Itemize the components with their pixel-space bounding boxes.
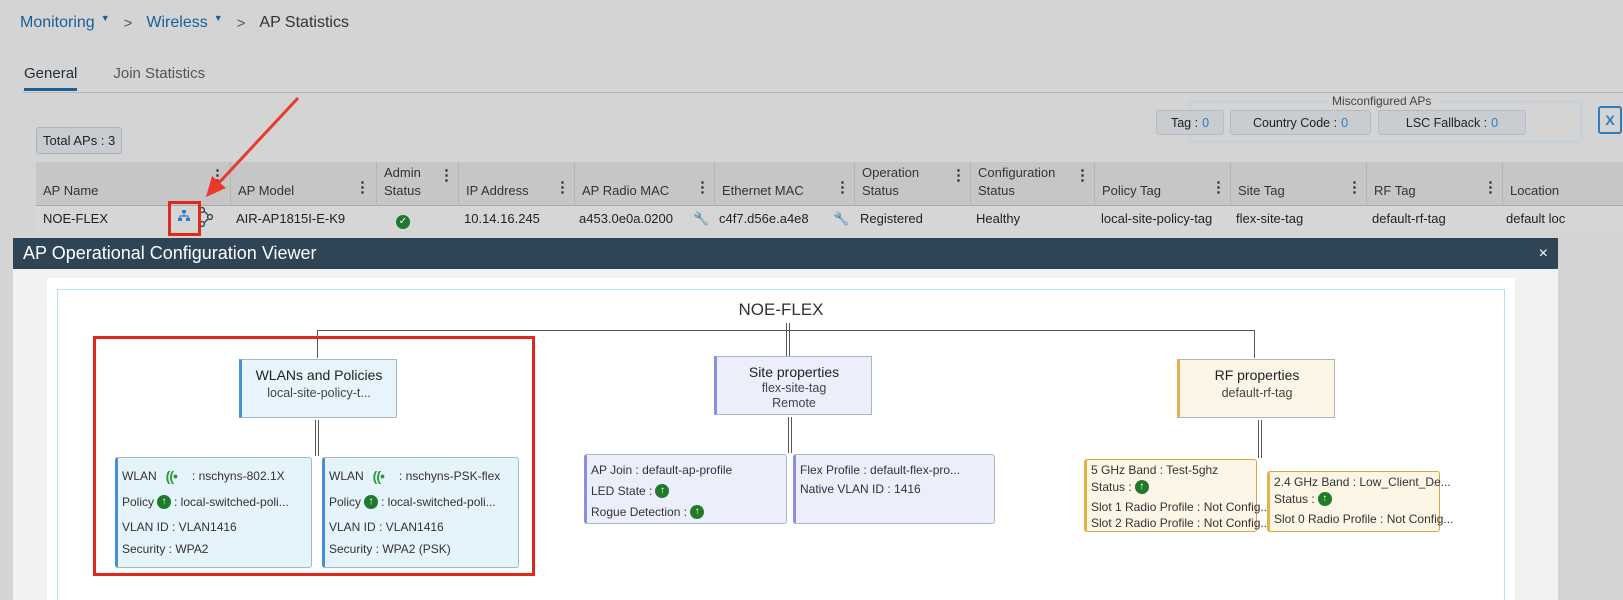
col-radio-mac[interactable]: AP Radio MAC ⋮ bbox=[574, 162, 714, 206]
col-location-label: Location bbox=[1510, 183, 1560, 198]
band-status-label: Status : bbox=[1274, 492, 1315, 506]
slot0-radio-profile: Slot 0 Radio Profile : Not Config... bbox=[1274, 512, 1454, 526]
band-5ghz: 5 GHz Band : Test-5ghz bbox=[1091, 463, 1219, 477]
col-rf-tag[interactable]: RF Tag ⋮ bbox=[1366, 162, 1502, 206]
cell-radio-mac[interactable]: a453.0e0a.0200 bbox=[579, 211, 673, 226]
misconfigured-country-value: 0 bbox=[1341, 115, 1349, 130]
cell-location: default loc bbox=[1506, 211, 1566, 226]
cell-policy-tag: local-site-policy-tag bbox=[1101, 211, 1213, 226]
flex-profile: Flex Profile : default-flex-pro... bbox=[800, 463, 961, 477]
cell-operation-status: Registered bbox=[860, 211, 923, 226]
tree-connector bbox=[788, 417, 789, 453]
tree-connector bbox=[791, 417, 792, 453]
cell-configuration-status: Healthy bbox=[976, 211, 1021, 226]
tree-connector bbox=[1258, 420, 1259, 458]
band-status-label: Status : bbox=[1091, 480, 1132, 494]
excel-export-icon[interactable]: X bbox=[1598, 106, 1622, 134]
col-ip-address[interactable]: IP Address ⋮ bbox=[458, 162, 574, 206]
annotation-arrow bbox=[206, 96, 300, 197]
col-configuration-status[interactable]: Configuration Status ⋮ bbox=[970, 162, 1094, 206]
column-menu-icon[interactable]: ⋮ bbox=[439, 166, 454, 184]
site-properties-node[interactable]: Site properties flex-site-tag Remote bbox=[714, 356, 872, 415]
rf-properties-subtitle: default-rf-tag bbox=[1221, 386, 1293, 400]
col-configuration-status-label-2: Status bbox=[978, 183, 1015, 198]
cell-ap-name[interactable]: NOE-FLEX bbox=[43, 211, 108, 226]
rf-properties-title: RF properties bbox=[1214, 367, 1300, 383]
rogue-detection-label: Rogue Detection : bbox=[591, 505, 688, 519]
col-radio-mac-label: AP Radio MAC bbox=[582, 183, 670, 198]
col-policy-tag[interactable]: Policy Tag ⋮ bbox=[1094, 162, 1230, 206]
misconfigured-aps-title: Misconfigured APs bbox=[1328, 94, 1436, 108]
col-location[interactable]: Location bbox=[1502, 162, 1623, 206]
col-admin-status-label-2: Status bbox=[384, 183, 421, 198]
rf-properties-node[interactable]: RF properties default-rf-tag bbox=[1177, 359, 1335, 418]
col-ethernet-mac-label: Ethernet MAC bbox=[722, 183, 804, 198]
native-vlan-id: Native VLAN ID : 1416 bbox=[800, 482, 921, 496]
col-site-tag[interactable]: Site Tag ⋮ bbox=[1230, 162, 1366, 206]
column-menu-icon[interactable]: ⋮ bbox=[555, 178, 570, 196]
col-ip-address-label: IP Address bbox=[466, 183, 529, 198]
tree-root-ap-name: NOE-FLEX bbox=[738, 300, 824, 319]
col-operation-status[interactable]: Operation Status ⋮ bbox=[854, 162, 970, 206]
misconfigured-lsc-label: LSC Fallback : bbox=[1405, 115, 1488, 130]
tree-connector bbox=[1261, 420, 1262, 458]
misconfigured-country-button[interactable]: Country Code :0 bbox=[1230, 110, 1371, 135]
annotation-highlight-box bbox=[93, 336, 535, 576]
tree-connector bbox=[1254, 330, 1255, 358]
cell-ip-address: 10.14.16.245 bbox=[464, 211, 540, 226]
rf-24ghz-card[interactable]: 2.4 GHz Band : Low_Client_De... Status :… bbox=[1267, 471, 1453, 532]
column-menu-icon[interactable]: ⋮ bbox=[355, 178, 370, 196]
misconfigured-tag-label: Tag : bbox=[1170, 115, 1199, 130]
col-admin-status[interactable]: Admin Status ⋮ bbox=[376, 162, 458, 206]
column-menu-icon[interactable]: ⋮ bbox=[1211, 178, 1226, 196]
tree-connector bbox=[786, 323, 787, 356]
col-operation-status-label-2: Status bbox=[862, 183, 899, 198]
column-menu-icon[interactable]: ⋮ bbox=[951, 166, 966, 184]
column-menu-icon[interactable]: ⋮ bbox=[835, 178, 850, 196]
modal-title: AP Operational Configuration Viewer bbox=[23, 243, 317, 263]
flex-profile-card[interactable]: Flex Profile : default-flex-pro... Nativ… bbox=[793, 454, 995, 524]
cell-site-tag: flex-site-tag bbox=[1236, 211, 1304, 226]
site-properties-subtitle: flex-site-tag bbox=[761, 381, 827, 395]
col-ethernet-mac[interactable]: Ethernet MAC ⋮ bbox=[714, 162, 854, 206]
misconfigured-country-label: Country Code : bbox=[1252, 115, 1338, 130]
slot2-radio-profile: Slot 2 Radio Profile : Not Config... bbox=[1091, 516, 1271, 530]
column-menu-icon[interactable]: ⋮ bbox=[695, 178, 710, 196]
site-properties-title: Site properties bbox=[748, 364, 840, 380]
col-configuration-status-label-1: Configuration bbox=[978, 165, 1056, 180]
col-admin-status-label-1: Admin bbox=[384, 165, 421, 180]
status-up-icon: ↑ bbox=[1134, 480, 1149, 494]
col-site-tag-label: Site Tag bbox=[1238, 183, 1285, 198]
column-menu-icon[interactable]: ⋮ bbox=[1483, 178, 1498, 196]
col-policy-tag-label: Policy Tag bbox=[1102, 183, 1162, 198]
misconfigured-tag-value: 0 bbox=[1202, 115, 1210, 130]
col-operation-status-label-1: Operation bbox=[862, 165, 920, 180]
band-24ghz: 2.4 GHz Band : Low_Client_De... bbox=[1274, 475, 1451, 489]
status-up-icon: ↑ bbox=[655, 484, 670, 498]
rf-5ghz-card[interactable]: 5 GHz Band : Test-5ghz Status : ↑ Slot 1 … bbox=[1084, 459, 1270, 532]
status-up-icon: ↑ bbox=[690, 505, 705, 519]
cell-ethernet-mac[interactable]: c4f7.d56e.a4e8 bbox=[719, 211, 809, 226]
ap-join-card[interactable]: AP Join : default-ap-profile LED State :… bbox=[584, 454, 787, 524]
cell-ap-model: AIR-AP1815I-E-K9 bbox=[236, 211, 346, 226]
led-state-label: LED State : bbox=[591, 484, 653, 498]
cell-rf-tag: default-rf-tag bbox=[1372, 211, 1446, 226]
tree-connector bbox=[789, 323, 790, 356]
site-properties-mode: Remote bbox=[772, 396, 816, 410]
misconfigured-tag-button[interactable]: Tag :0 bbox=[1156, 110, 1224, 135]
modal-header: AP Operational Configuration Viewer × bbox=[13, 238, 1558, 269]
status-up-icon: ↑ bbox=[1317, 492, 1332, 506]
col-rf-tag-label: RF Tag bbox=[1374, 183, 1416, 198]
wrench-icon[interactable]: 🔧 bbox=[693, 211, 709, 227]
column-menu-icon[interactable]: ⋮ bbox=[1347, 178, 1362, 196]
ap-join-profile: AP Join : default-ap-profile bbox=[591, 463, 733, 477]
wrench-icon[interactable]: 🔧 bbox=[833, 211, 849, 227]
admin-status-ok-icon: ✓ bbox=[396, 212, 410, 229]
misconfigured-lsc-value: 0 bbox=[1491, 115, 1499, 130]
slot1-radio-profile: Slot 1 Radio Profile : Not Config... bbox=[1091, 500, 1271, 514]
close-icon[interactable]: × bbox=[1539, 238, 1548, 269]
column-menu-icon[interactable]: ⋮ bbox=[1075, 166, 1090, 184]
misconfigured-lsc-button[interactable]: LSC Fallback :0 bbox=[1378, 110, 1526, 135]
